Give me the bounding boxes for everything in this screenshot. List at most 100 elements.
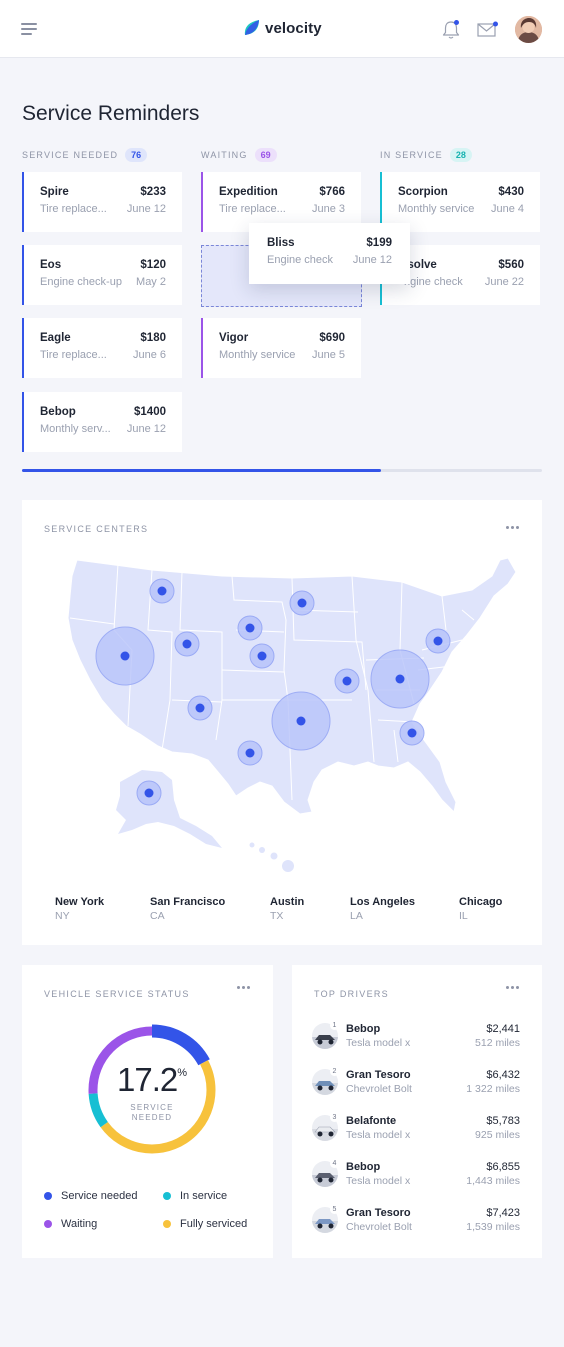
card-name: Bliss — [267, 237, 295, 249]
donut-center: 17.2% — [82, 1061, 222, 1099]
bell-icon[interactable] — [441, 19, 461, 40]
city-name: New York — [55, 896, 105, 908]
page-title: Service Reminders — [22, 102, 200, 125]
column-header-in-service: IN SERVICE 28 — [380, 148, 472, 162]
scrollbar-thumb[interactable] — [22, 469, 381, 472]
reminder-card[interactable]: Eos $120 Engine check-up May 2 — [22, 245, 182, 305]
card-description: Engine check-up — [40, 276, 122, 288]
driver-car-model: Tesla model x — [346, 1037, 411, 1049]
donut-unit: % — [177, 1067, 187, 1079]
card-price: $690 — [319, 332, 345, 344]
card-description: Monthly service — [219, 349, 296, 361]
driver-amount: $5,783 — [486, 1115, 520, 1127]
donut-caption: SERVICE NEEDED — [130, 1103, 174, 1122]
driver-amount: $7,423 — [486, 1207, 520, 1219]
card-price: $430 — [498, 186, 524, 198]
driver-car-model: Tesla model x — [346, 1129, 411, 1141]
driver-miles: 1 322 miles — [466, 1083, 520, 1095]
driver-miles: 925 miles — [475, 1129, 520, 1141]
city-state: NY — [55, 910, 70, 922]
driver-amount: $6,432 — [486, 1069, 520, 1081]
card-date: June 3 — [311, 203, 345, 215]
card-date: June 5 — [311, 349, 345, 361]
card-price: $180 — [140, 332, 166, 344]
card-price: $233 — [140, 186, 166, 198]
city-state: LA — [350, 910, 363, 922]
card-name: Scorpion — [398, 186, 448, 198]
card-date: June 12 — [126, 423, 166, 435]
driver-row[interactable]: 5 Gran Tesoro Chevrolet Bolt $7,423 1,53… — [312, 1205, 520, 1241]
legend-waiting: Waiting — [44, 1218, 97, 1230]
reminder-card[interactable]: Spire $233 Tire replace... June 12 — [22, 172, 182, 232]
card-date: June 22 — [484, 276, 524, 288]
driver-miles: 512 miles — [475, 1037, 520, 1049]
more-options-icon[interactable] — [237, 986, 251, 990]
driver-rank: 4 — [330, 1159, 339, 1168]
count-badge: 69 — [254, 148, 277, 162]
city-name: Los Angeles — [350, 896, 415, 908]
horizontal-scrollbar[interactable] — [22, 469, 542, 472]
city-san-francisco[interactable]: San Francisco CA — [150, 896, 225, 922]
driver-amount: $6,855 — [486, 1161, 520, 1173]
driver-row[interactable]: 3 Belafonte Tesla model x $5,783 925 mil… — [312, 1113, 520, 1149]
driver-car-model: Chevrolet Bolt — [346, 1083, 412, 1095]
driver-name: Gran Tesoro — [346, 1207, 411, 1219]
reminder-card[interactable]: Vigor $690 Monthly service June 5 — [201, 318, 361, 378]
driver-amount: $2,441 — [486, 1023, 520, 1035]
city-austin[interactable]: Austin TX — [270, 896, 304, 922]
city-name: Austin — [270, 896, 305, 908]
velocity-logo-icon — [244, 20, 259, 35]
app-name: velocity — [265, 19, 322, 37]
card-description: Tire replace... — [40, 203, 107, 215]
card-description: Tire replace... — [40, 349, 107, 361]
card-date: May 2 — [136, 276, 166, 288]
us-map — [67, 557, 517, 872]
reminder-card[interactable]: Bebop $1400 Monthly serv... June 12 — [22, 392, 182, 452]
reminder-card[interactable]: Eagle $180 Tire replace... June 6 — [22, 318, 182, 378]
city-los-angeles[interactable]: Los Angeles LA — [350, 896, 415, 922]
card-date: June 6 — [132, 349, 166, 361]
city-state: IL — [459, 910, 468, 922]
hamburger-menu-icon[interactable] — [21, 23, 37, 35]
card-price: $199 — [366, 237, 392, 249]
city-name: San Francisco — [150, 896, 226, 908]
service-centers-panel: SERVICE CENTERS New York NY San Francisc… — [22, 500, 542, 945]
city-new-york[interactable]: New York NY — [55, 896, 104, 922]
card-price: $120 — [140, 259, 166, 271]
column-header-service-needed: SERVICE NEEDED 76 — [22, 148, 148, 162]
driver-name: Bebop — [346, 1023, 381, 1035]
city-state: TX — [270, 910, 284, 922]
top-drivers-panel: TOP DRIVERS 1 Bebop Tesla model x $2,441… — [292, 965, 542, 1258]
user-avatar[interactable] — [515, 16, 542, 43]
card-name: Bebop — [40, 406, 76, 418]
card-name: Expedition — [219, 186, 278, 198]
mail-icon[interactable] — [477, 21, 498, 37]
more-options-icon[interactable] — [506, 986, 520, 990]
card-name: Eagle — [40, 332, 71, 344]
card-date: June 4 — [490, 203, 524, 215]
driver-row[interactable]: 1 Bebop Tesla model x $2,441 512 miles — [312, 1021, 520, 1057]
vehicle-service-status-panel: VEHICLE SERVICE STATUS 17.2% SERVICE NEE… — [22, 965, 273, 1258]
top-bar: velocity — [0, 0, 564, 58]
driver-row[interactable]: 4 Bebop Tesla model x $6,855 1,443 miles — [312, 1159, 520, 1195]
app-logo[interactable]: velocity — [243, 19, 322, 37]
dragging-reminder-card[interactable]: Bliss $199 Engine check June 12 — [249, 223, 410, 284]
card-name: Vigor — [219, 332, 249, 344]
driver-car-model: Chevrolet Bolt — [346, 1221, 412, 1233]
card-description: ngine check — [404, 276, 463, 288]
driver-rank: 1 — [330, 1021, 339, 1030]
city-chicago[interactable]: Chicago IL — [459, 896, 502, 922]
card-price: $1400 — [134, 406, 166, 418]
driver-miles: 1,443 miles — [466, 1175, 520, 1187]
legend-in-service: In service — [163, 1190, 227, 1202]
count-badge: 28 — [449, 148, 472, 162]
card-date: June 12 — [352, 254, 392, 266]
panel-title: TOP DRIVERS — [314, 989, 389, 999]
count-badge: 76 — [125, 148, 148, 162]
donut-value: 17.2 — [116, 1061, 178, 1098]
legend-fully-serviced: Fully serviced — [163, 1218, 247, 1230]
card-price: $766 — [319, 186, 345, 198]
driver-miles: 1,539 miles — [466, 1221, 520, 1233]
driver-car-model: Tesla model x — [346, 1175, 411, 1187]
driver-row[interactable]: 2 Gran Tesoro Chevrolet Bolt $6,432 1 32… — [312, 1067, 520, 1103]
